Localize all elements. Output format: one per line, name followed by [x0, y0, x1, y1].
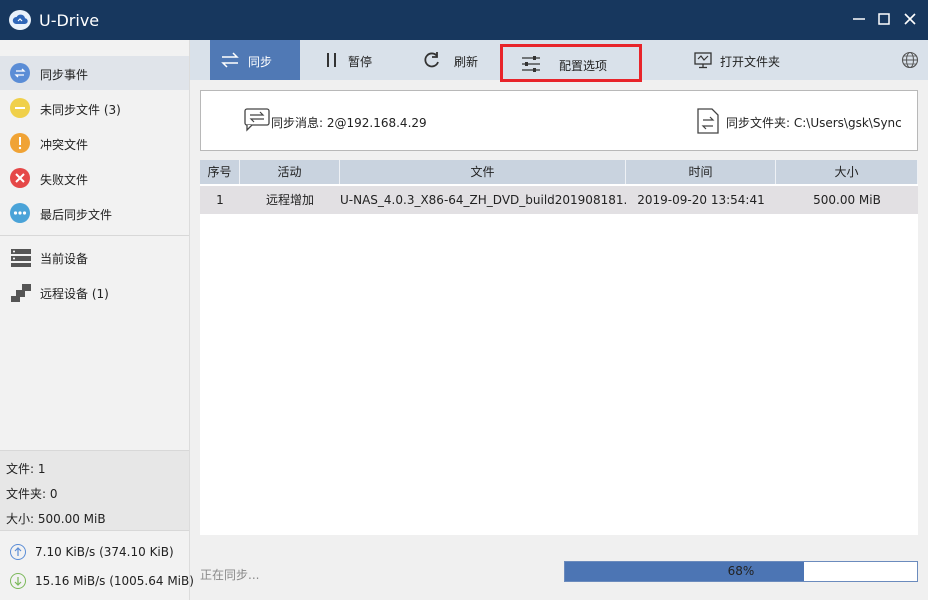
- progress-label: 68%: [727, 564, 755, 578]
- column-header-file[interactable]: 文件: [340, 160, 626, 184]
- toolbar: 同步 暂停 刷新 配置选项 打开文件夹: [190, 40, 928, 82]
- cell-time: 2019-09-20 13:54:41: [637, 193, 765, 207]
- sync-progress-bar: 68%: [564, 561, 918, 582]
- sidebar-item-label: 当前设备: [40, 252, 89, 266]
- minus-circle-icon: [10, 98, 30, 118]
- sync-circle-icon: [10, 63, 30, 83]
- refresh-button[interactable]: 刷新: [415, 40, 495, 80]
- sidebar-divider: [0, 235, 189, 236]
- x-circle-icon: [10, 168, 30, 188]
- sync-message: 同步消息: 2@192.168.4.29: [271, 116, 427, 130]
- sidebar-item-label: 远程设备 (1): [40, 287, 109, 301]
- column-header-size[interactable]: 大小: [776, 160, 918, 184]
- cell-size: 500.00 MiB: [813, 193, 881, 207]
- refresh-icon: [422, 51, 442, 69]
- speed-panel: 7.10 KiB/s (374.10 KiB) 15.16 MiB/s (100…: [0, 530, 194, 600]
- sidebar-item-label: 最后同步文件: [40, 208, 113, 222]
- message-sync-icon: [243, 106, 271, 132]
- stat-folders: 文件夹: 0: [6, 487, 58, 501]
- sync-arrows-icon: [220, 51, 240, 69]
- sync-info-box: 同步消息: 2@192.168.4.29 同步文件夹: C:\Users\gsk…: [200, 90, 918, 151]
- sidebar: 同步事件 未同步文件 (3) 冲突文件 失败文件 最后同步文件 当前设备 远程设…: [0, 40, 194, 600]
- pause-label: 暂停: [348, 55, 373, 69]
- sidebar-item-conflict-files[interactable]: 冲突文件: [0, 126, 189, 160]
- stat-files: 文件: 1: [6, 462, 46, 476]
- globe-icon[interactable]: [901, 51, 919, 69]
- cell-file: U-NAS_4.0.3_X86-64_ZH_DVD_build201908181…: [340, 193, 626, 207]
- monitor-folder-icon: [693, 51, 713, 69]
- upload-speed-text: 7.10 KiB/s (374.10 KiB): [35, 545, 174, 559]
- network-icon: [10, 283, 32, 303]
- stats-panel: 文件: 1 文件夹: 0 大小: 500.00 MiB: [0, 450, 189, 530]
- sidebar-item-failed-files[interactable]: 失败文件: [0, 161, 189, 195]
- column-header-index[interactable]: 序号: [200, 160, 240, 184]
- config-options-button[interactable]: 配置选项: [500, 44, 642, 82]
- table-header: 序号 活动 文件 时间 大小: [200, 160, 918, 184]
- sidebar-item-label: 冲突文件: [40, 138, 89, 152]
- column-header-activity[interactable]: 活动: [240, 160, 340, 184]
- sidebar-item-current-device[interactable]: 当前设备: [0, 240, 189, 274]
- cloud-sync-icon: [9, 10, 31, 30]
- sync-label: 同步: [248, 55, 273, 69]
- exclamation-circle-icon: [10, 133, 30, 153]
- sidebar-item-label: 同步事件: [40, 68, 89, 82]
- status-text: 正在同步...: [200, 568, 260, 582]
- close-icon[interactable]: [899, 8, 921, 30]
- upload-arrow-icon: [10, 544, 26, 560]
- open-folder-button[interactable]: 打开文件夹: [690, 40, 800, 80]
- title-bar: U-Drive: [0, 0, 928, 40]
- sidebar-item-remote-devices[interactable]: 远程设备 (1): [0, 275, 189, 309]
- pause-icon: [322, 51, 342, 69]
- document-sync-icon: [695, 107, 721, 135]
- download-speed-text: 15.16 MiB/s (1005.64 MiB): [35, 574, 194, 588]
- dots-circle-icon: [10, 203, 30, 223]
- config-options-label: 配置选项: [559, 59, 608, 73]
- server-icon: [10, 248, 32, 268]
- cell-activity: 远程增加: [265, 193, 314, 207]
- refresh-label: 刷新: [454, 55, 479, 69]
- maximize-icon[interactable]: [873, 8, 895, 30]
- cell-index: 1: [216, 193, 224, 207]
- pause-button[interactable]: 暂停: [315, 40, 395, 80]
- sync-events-table: 序号 活动 文件 时间 大小 1 远程增加 U-NAS_4.0.3_X86-64…: [200, 160, 918, 535]
- sync-folder-path: 同步文件夹: C:\Users\gsk\Sync: [726, 116, 902, 130]
- sidebar-item-last-synced-files[interactable]: 最后同步文件: [0, 196, 189, 230]
- app-title: U-Drive: [39, 11, 100, 30]
- sidebar-item-label: 失败文件: [40, 173, 89, 187]
- sync-button[interactable]: 同步: [210, 40, 300, 80]
- column-header-time[interactable]: 时间: [626, 160, 776, 184]
- sidebar-item-label: 未同步文件 (3): [40, 103, 121, 117]
- sliders-icon: [521, 55, 541, 73]
- minimize-icon[interactable]: [848, 8, 870, 30]
- open-folder-label: 打开文件夹: [720, 55, 781, 69]
- download-arrow-icon: [10, 573, 26, 589]
- stat-size: 大小: 500.00 MiB: [6, 512, 106, 526]
- sidebar-item-sync-events[interactable]: 同步事件: [0, 56, 189, 90]
- sidebar-item-unsynced-files[interactable]: 未同步文件 (3): [0, 91, 189, 125]
- table-row[interactable]: 1 远程增加 U-NAS_4.0.3_X86-64_ZH_DVD_build20…: [200, 186, 918, 214]
